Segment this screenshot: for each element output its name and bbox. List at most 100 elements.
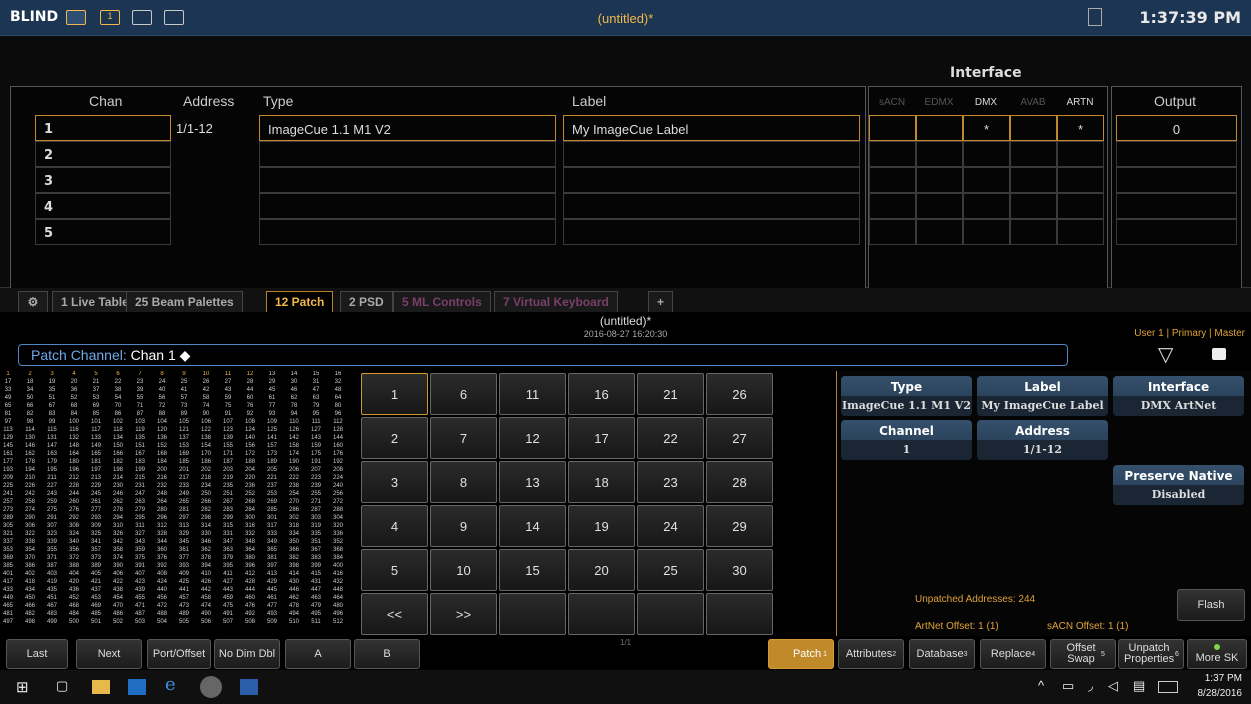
address-number[interactable]: 26 [198,379,214,385]
address-number[interactable]: 112 [330,419,346,425]
address-number[interactable]: 285 [264,507,280,513]
address-number[interactable]: 52 [66,395,82,401]
address-number[interactable]: 15 [308,371,324,377]
address-number[interactable]: 510 [286,619,302,625]
replace-button[interactable]: Replace 4 [980,639,1046,669]
attributes-button[interactable]: Attributes 2 [838,639,904,669]
row-output-cell[interactable] [1116,141,1237,167]
filter-triangle-icon[interactable]: ▽ [1158,345,1173,365]
address-number[interactable]: 460 [242,595,258,601]
channel-button[interactable]: 14 [499,505,566,547]
row-interface-cell[interactable] [916,115,963,141]
address-number[interactable]: 118 [110,427,126,433]
channel-button[interactable]: 17 [568,417,635,459]
address-number[interactable]: 452 [66,595,82,601]
address-number[interactable]: 47 [308,387,324,393]
address-number[interactable]: 77 [264,403,280,409]
address-number[interactable]: 399 [308,563,324,569]
address-number[interactable]: 290 [22,515,38,521]
address-number[interactable]: 34 [22,387,38,393]
address-number[interactable]: 311 [132,523,148,529]
address-number[interactable]: 220 [242,475,258,481]
channel-button[interactable]: 29 [706,505,773,547]
channel-button[interactable]: 30 [706,549,773,591]
address-number[interactable]: 294 [110,515,126,521]
power-icon[interactable]: ▭ [1062,678,1074,694]
address-number[interactable]: 396 [242,563,258,569]
address-number[interactable]: 314 [198,523,214,529]
address-number[interactable]: 62 [286,395,302,401]
address-number[interactable]: 143 [308,435,324,441]
address-number[interactable]: 472 [154,603,170,609]
address-number[interactable]: 221 [264,475,280,481]
address-number[interactable]: 91 [220,411,236,417]
address-number[interactable]: 81 [0,411,16,417]
address-number[interactable]: 177 [0,459,16,465]
address-number[interactable]: 348 [242,539,258,545]
address-number[interactable]: 497 [0,619,16,625]
row-interface-cell[interactable]: * [1057,115,1104,141]
address-number[interactable]: 41 [176,387,192,393]
address-number[interactable]: 186 [198,459,214,465]
address-number[interactable]: 136 [154,435,170,441]
tab[interactable]: 12 Patch [266,291,334,312]
address-number[interactable]: 298 [198,515,214,521]
address-number[interactable]: 499 [44,619,60,625]
flash-button[interactable]: Flash [1177,589,1245,621]
next-button[interactable]: Next [76,639,142,669]
a-button[interactable]: A [285,639,351,669]
address-number[interactable]: 253 [264,491,280,497]
address-number[interactable]: 283 [220,507,236,513]
address-number[interactable]: 423 [132,579,148,585]
address-number[interactable]: 413 [264,571,280,577]
address-number[interactable]: 49 [0,395,16,401]
address-number[interactable]: 416 [330,571,346,577]
windows-start-icon[interactable]: ⊞ [16,678,29,696]
channel-button[interactable]: 28 [706,461,773,503]
address-number[interactable]: 387 [44,563,60,569]
address-number[interactable]: 321 [0,531,16,537]
address-number[interactable]: 259 [44,499,60,505]
address-number[interactable]: 417 [0,579,16,585]
address-number[interactable]: 115 [44,427,60,433]
tab[interactable]: 2 PSD [340,291,393,312]
channel-button[interactable]: 27 [706,417,773,459]
address-number[interactable]: 122 [198,427,214,433]
address-number[interactable]: 262 [110,499,126,505]
address-number[interactable]: 86 [110,411,126,417]
address-number[interactable]: 341 [88,539,104,545]
address-number[interactable]: 367 [308,547,324,553]
address-number[interactable]: 218 [198,475,214,481]
address-number[interactable]: 69 [88,403,104,409]
settings-gear-icon[interactable]: ⚙ [18,291,48,312]
address-number[interactable]: 40 [154,387,170,393]
channel-button[interactable]: 2 [361,417,428,459]
address-number[interactable]: 480 [330,603,346,609]
address-number[interactable]: 229 [88,483,104,489]
address-number[interactable]: 27 [220,379,236,385]
address-number[interactable]: 386 [22,563,38,569]
row-chan-cell[interactable]: 2 [35,141,171,167]
address-number[interactable]: 412 [242,571,258,577]
address-number[interactable]: 4 [66,371,82,377]
address-number[interactable]: 322 [22,531,38,537]
address-number[interactable]: 198 [110,467,126,473]
address-number[interactable]: 215 [132,475,148,481]
row-interface-cell[interactable] [1057,141,1104,167]
address-number[interactable]: 299 [220,515,236,521]
address-number[interactable]: 65 [0,403,16,409]
row-label-cell[interactable] [563,193,860,219]
channel-button[interactable]: 26 [706,373,773,415]
address-number[interactable]: 411 [220,571,236,577]
address-number[interactable]: 444 [242,587,258,593]
address-number[interactable]: 337 [0,539,16,545]
address-number[interactable]: 9 [176,371,192,377]
address-number[interactable]: 8 [154,371,170,377]
address-number[interactable]: 286 [286,507,302,513]
address-number[interactable]: 459 [220,595,236,601]
address-number[interactable]: 152 [154,443,170,449]
row-interface-cell[interactable] [916,167,963,193]
address-number[interactable]: 269 [264,499,280,505]
address-number[interactable]: 270 [286,499,302,505]
address-number[interactable]: 405 [88,571,104,577]
